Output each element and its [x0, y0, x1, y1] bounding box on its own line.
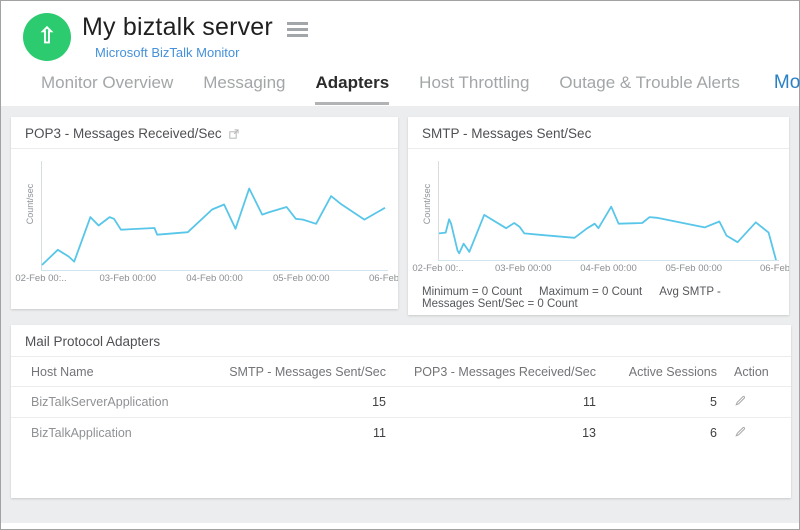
- x-tick-label: 06-Feb 0: [369, 273, 398, 284]
- hamburger-menu-icon[interactable]: [287, 22, 308, 40]
- smtp-value-cell: 15: [226, 387, 386, 418]
- expand-icon[interactable]: [229, 129, 239, 139]
- table-row: BizTalkServerApplication15115: [11, 387, 791, 418]
- chart-title: SMTP - Messages Sent/Sec: [422, 126, 591, 141]
- col-host-name: Host Name: [11, 357, 226, 387]
- pop3-value-cell: 13: [386, 418, 596, 449]
- y-axis-label: Count/sec: [25, 179, 35, 229]
- table-header-row: Host Name SMTP - Messages Sent/Sec POP3 …: [11, 357, 791, 387]
- x-tick-label: 05-Feb 00:00: [273, 273, 330, 284]
- action-cell: [717, 387, 791, 418]
- edit-pencil-icon[interactable]: [734, 394, 747, 410]
- stat-label: Minimum = 0 Count: [422, 286, 522, 298]
- table-row: BizTalkApplication11136: [11, 418, 791, 449]
- x-axis-ticks: 02-Feb 00:..03-Feb 00:0004-Feb 00:0005-F…: [438, 263, 779, 277]
- active-sessions-cell: 5: [596, 387, 717, 418]
- monitor-type-link[interactable]: Microsoft BizTalk Monitor: [95, 45, 239, 60]
- x-tick-label: 06-Feb 0: [760, 263, 789, 274]
- tab-bar: Monitor Overview Messaging Adapters Host Th…: [23, 62, 799, 106]
- host-name-cell: BizTalkServerApplication: [11, 387, 226, 418]
- pop3-value-cell: 11: [386, 387, 596, 418]
- x-tick-label: 03-Feb 00:00: [99, 273, 156, 284]
- server-status-avatar: ⇧: [23, 13, 71, 61]
- pop3-line-chart: [41, 159, 388, 271]
- col-action: Action: [717, 357, 791, 387]
- adapters-table: Host Name SMTP - Messages Sent/Sec POP3 …: [11, 357, 791, 448]
- chart-title: POP3 - Messages Received/Sec: [25, 126, 222, 141]
- page-header: ⇧ My biztalk server Microsoft BizTalk Mo…: [1, 1, 799, 106]
- tab-messaging[interactable]: Messaging: [203, 73, 285, 105]
- x-tick-label: 02-Feb 00:..: [412, 263, 463, 274]
- tab-more[interactable]: More: [774, 72, 800, 106]
- content-area: POP3 - Messages Received/Sec Count/sec 0…: [1, 106, 799, 523]
- x-tick-label: 02-Feb 00:..: [15, 273, 66, 284]
- action-cell: [717, 418, 791, 449]
- col-smtp: SMTP - Messages Sent/Sec: [226, 357, 386, 387]
- tab-adapters[interactable]: Adapters: [315, 73, 389, 105]
- x-tick-label: 04-Feb 00:00: [580, 263, 637, 274]
- chart-stats: Minimum = 0 CountMaximum = 0 CountAvg SM…: [408, 277, 789, 310]
- mail-protocol-adapters-card: Mail Protocol Adapters Host Name SMTP - …: [11, 325, 791, 498]
- tab-monitor-overview[interactable]: Monitor Overview: [41, 73, 173, 105]
- smtp-chart-card: SMTP - Messages Sent/Sec Count/sec 02-Fe…: [408, 117, 789, 315]
- x-tick-label: 05-Feb 00:00: [665, 263, 722, 274]
- host-name-cell: BizTalkApplication: [11, 418, 226, 449]
- col-active-sessions: Active Sessions: [596, 357, 717, 387]
- active-sessions-cell: 6: [596, 418, 717, 449]
- x-axis-ticks: 02-Feb 00:..03-Feb 00:0004-Feb 00:0005-F…: [41, 273, 388, 287]
- col-pop3: POP3 - Messages Received/Sec: [386, 357, 596, 387]
- tab-outage-trouble-alerts[interactable]: Outage & Trouble Alerts: [559, 73, 740, 105]
- smtp-value-cell: 11: [226, 418, 386, 449]
- table-title: Mail Protocol Adapters: [25, 334, 160, 349]
- smtp-line-chart: [438, 159, 779, 261]
- y-axis-label: Count/sec: [422, 179, 432, 229]
- up-arrow-icon: ⇧: [38, 25, 56, 47]
- x-tick-label: 04-Feb 00:00: [186, 273, 243, 284]
- page-title: My biztalk server: [82, 13, 273, 42]
- tab-host-throttling[interactable]: Host Throttling: [419, 73, 529, 105]
- pop3-chart-card: POP3 - Messages Received/Sec Count/sec 0…: [11, 117, 398, 309]
- stat-label: Maximum = 0 Count: [539, 286, 642, 298]
- edit-pencil-icon[interactable]: [734, 425, 747, 441]
- x-tick-label: 03-Feb 00:00: [495, 263, 552, 274]
